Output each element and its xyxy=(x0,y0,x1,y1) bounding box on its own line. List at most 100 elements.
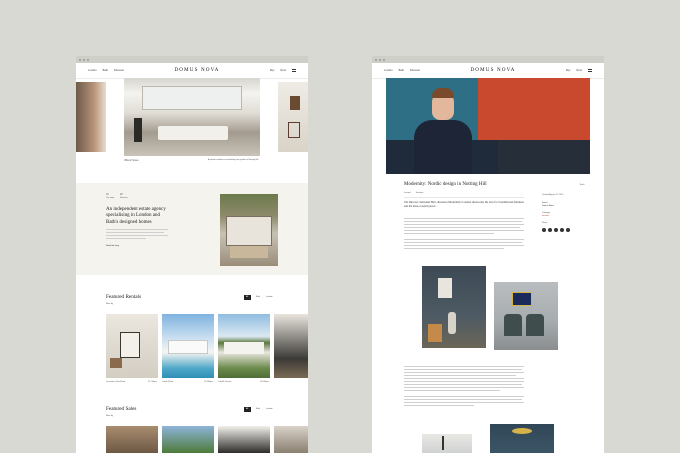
article-body xyxy=(404,224,524,225)
sales-tab-all[interactable]: All xyxy=(244,407,251,412)
sidebar-author[interactable]: Domus Nova xyxy=(542,205,554,208)
intro-body xyxy=(106,238,146,239)
article-body xyxy=(404,396,524,397)
nav-link-london[interactable]: London xyxy=(88,69,97,72)
rental-card-price: £1,750pw xyxy=(148,381,157,383)
article-body xyxy=(404,390,500,391)
hero-slide-prev[interactable] xyxy=(76,82,106,152)
hero-slide-main[interactable] xyxy=(124,78,260,156)
window-dot[interactable] xyxy=(375,58,377,61)
site-logo[interactable]: DOMUS NOVA xyxy=(471,68,516,73)
nav-link-discover[interactable]: Discover xyxy=(410,69,420,72)
article-body xyxy=(404,230,524,231)
article-body xyxy=(404,405,474,406)
article-back-link[interactable]: Back xyxy=(580,184,584,187)
nav-link-london[interactable]: London xyxy=(384,69,393,72)
article-body xyxy=(404,399,522,400)
article-body xyxy=(404,218,524,219)
sales-filter-label: Filter by xyxy=(106,415,114,417)
article-body xyxy=(404,233,494,234)
intro-cta[interactable]: Read the story xyxy=(106,245,119,248)
rental-card-image[interactable] xyxy=(162,314,214,378)
intro-heading: An independent estate agency specialisin… xyxy=(106,207,166,225)
rental-card-image[interactable] xyxy=(106,314,158,378)
hero-slide-next[interactable] xyxy=(278,82,308,152)
tab-label: All xyxy=(246,296,249,298)
hero-caption-desc: A private residence overlooking the gard… xyxy=(208,159,259,161)
article-body xyxy=(404,369,522,370)
window-dot[interactable] xyxy=(87,58,89,61)
hero-caption-title: Villiers House xyxy=(124,159,139,162)
window-titlebar xyxy=(76,56,308,63)
sale-card-image[interactable] xyxy=(218,426,270,453)
nav-link-bath[interactable]: Bath xyxy=(103,69,108,72)
nav-link-bath[interactable]: Bath xyxy=(399,69,404,72)
article-hero-image xyxy=(386,78,590,174)
site-nav: London Bath Discover DOMUS NOVA Buy Rent xyxy=(76,63,308,79)
article-body xyxy=(404,221,522,222)
window-dot[interactable] xyxy=(83,58,85,61)
sales-tab-bath[interactable]: Bath xyxy=(256,408,260,411)
site-logo[interactable]: DOMUS NOVA xyxy=(175,68,220,73)
sidebar-share-label: Share xyxy=(542,222,548,224)
article-image xyxy=(422,434,472,453)
browser-window-home: London Bath Discover DOMUS NOVA Buy Rent… xyxy=(76,56,308,453)
sale-card-image[interactable] xyxy=(274,426,308,453)
facebook-icon[interactable] xyxy=(542,228,546,232)
nav-link-rent[interactable]: Rent xyxy=(281,69,286,72)
article-body xyxy=(404,366,524,367)
menu-icon[interactable] xyxy=(291,69,296,72)
intro-sub: Services xyxy=(120,197,128,199)
nav-link-buy[interactable]: Buy xyxy=(566,69,570,72)
sales-title: Featured Sales xyxy=(106,406,137,412)
rental-card-name[interactable]: Colville Terrace xyxy=(218,381,232,384)
article-body xyxy=(404,239,524,240)
rental-card-price: £3,500pw xyxy=(260,381,269,383)
rentals-tab-bath[interactable]: Bath xyxy=(256,296,260,299)
sidebar-date: Posted August 22, 2019 xyxy=(542,194,564,196)
article-image xyxy=(422,266,486,348)
article-meta[interactable]: Interiors xyxy=(416,192,423,195)
window-dot[interactable] xyxy=(79,58,81,61)
twitter-icon[interactable] xyxy=(548,228,552,232)
sale-card-image[interactable] xyxy=(106,426,158,453)
rental-card-image[interactable] xyxy=(274,314,308,378)
linkedin-icon[interactable] xyxy=(560,228,564,232)
intro-body xyxy=(106,232,164,233)
sidebar-category[interactable]: Interiors xyxy=(542,215,549,218)
window-dot[interactable] xyxy=(383,58,385,61)
rentals-title: Featured Rentals xyxy=(106,294,142,300)
intro-body xyxy=(106,229,168,230)
rental-card-name[interactable]: Castle Road xyxy=(162,381,173,384)
article-title: Modernity: Nordic design in Notting Hill xyxy=(404,182,487,187)
email-icon[interactable] xyxy=(566,228,570,232)
sale-card-image[interactable] xyxy=(162,426,214,453)
browser-window-article: London Bath Discover DOMUS NOVA Buy Rent… xyxy=(372,56,604,453)
article-body xyxy=(404,227,520,228)
divider xyxy=(404,197,524,198)
menu-icon[interactable] xyxy=(587,69,592,72)
intro-tag: 02 xyxy=(120,193,123,196)
article-body xyxy=(404,378,524,379)
article-meta[interactable]: Journal xyxy=(404,192,411,195)
nav-link-rent[interactable]: Rent xyxy=(577,69,582,72)
rentals-tab-all[interactable]: All xyxy=(244,295,251,300)
nav-link-discover[interactable]: Discover xyxy=(114,69,124,72)
article-image xyxy=(494,282,558,350)
rental-card-image[interactable] xyxy=(218,314,270,378)
rental-card-price: £2,300pw xyxy=(204,381,213,383)
window-dot[interactable] xyxy=(379,58,381,61)
site-nav: London Bath Discover DOMUS NOVA Buy Rent xyxy=(372,63,604,79)
rentals-tab-london[interactable]: London xyxy=(266,296,273,299)
sales-tab-london[interactable]: London xyxy=(266,408,273,411)
intro-tag: 01 xyxy=(106,193,109,196)
article-body xyxy=(404,245,524,246)
article-body xyxy=(404,387,524,388)
rental-card-name[interactable]: Lancaster Gate Road xyxy=(106,381,125,384)
nav-link-buy[interactable]: Buy xyxy=(270,69,274,72)
article-body xyxy=(404,402,524,403)
article-body xyxy=(404,372,524,373)
pinterest-icon[interactable] xyxy=(554,228,558,232)
intro-section: 01 02 Our story Services An independent … xyxy=(76,183,308,275)
article-body xyxy=(404,384,522,385)
